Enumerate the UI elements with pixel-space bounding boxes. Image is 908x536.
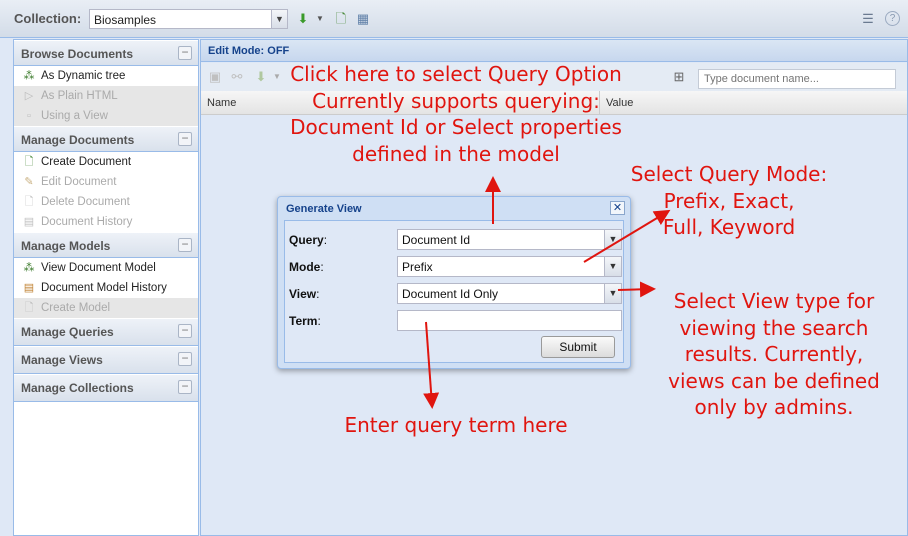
arrow-query-mode [583,209,671,263]
annotation-arrows [423,176,671,409]
arrow-term [423,321,440,409]
arrow-view-type [617,281,656,298]
